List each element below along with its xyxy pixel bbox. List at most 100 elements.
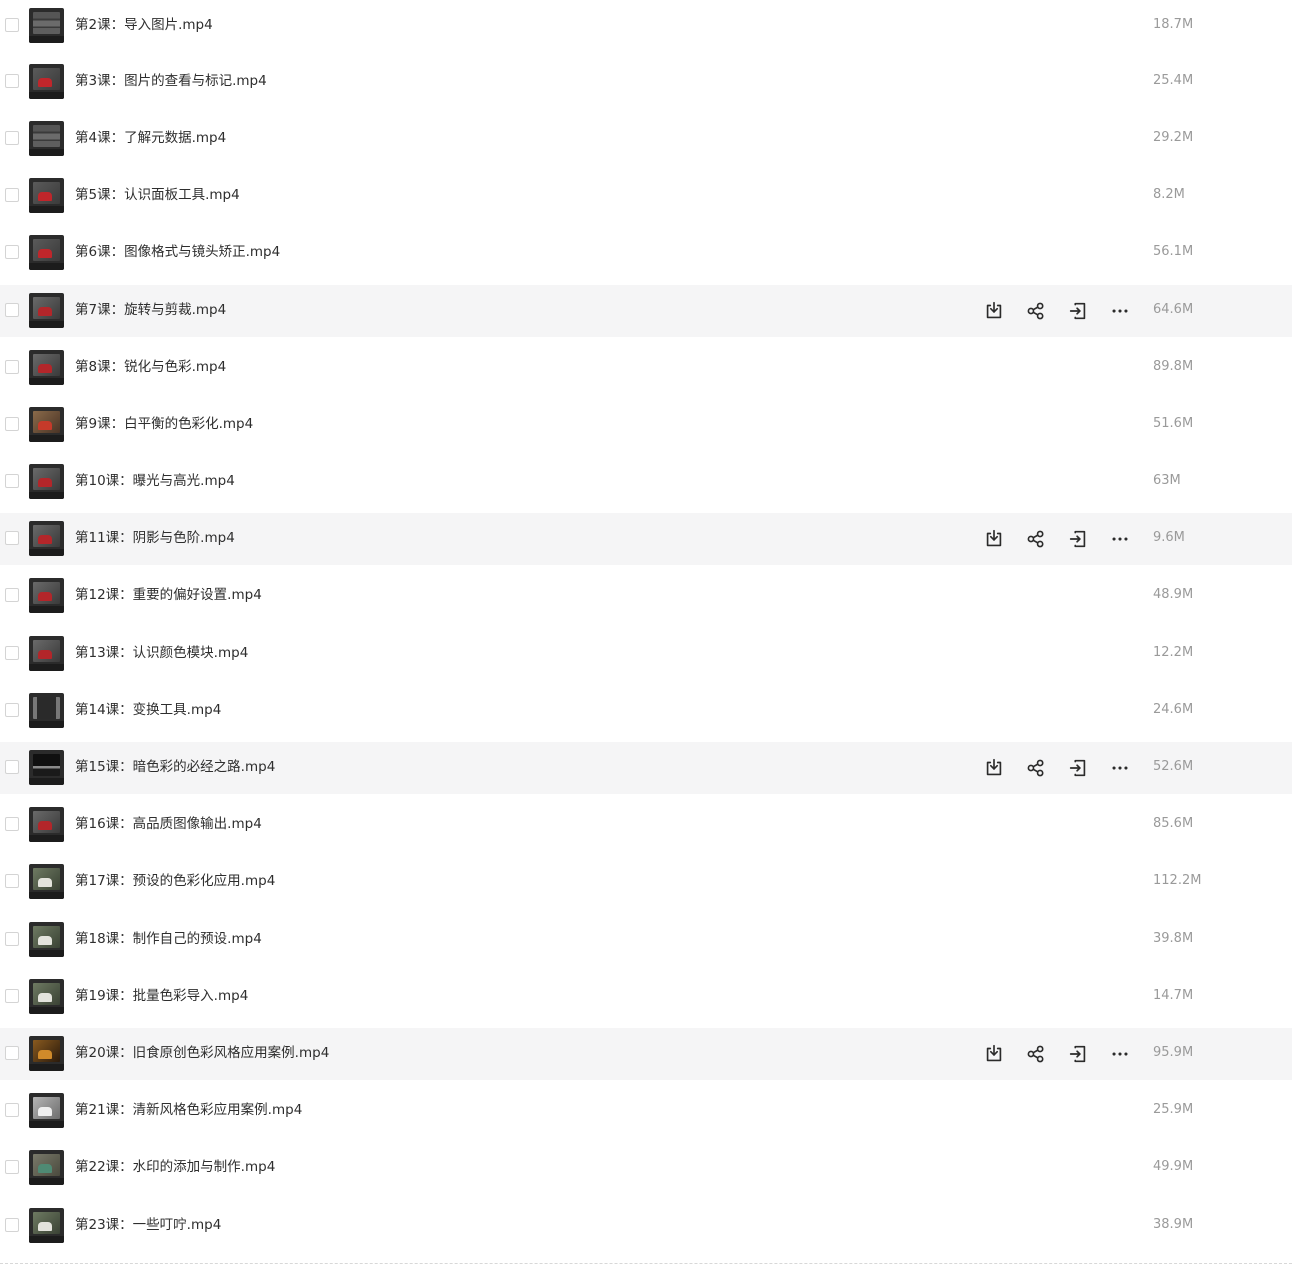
file-row[interactable]: 第8课：锐化与色彩.mp4 89.8M [0, 342, 1292, 394]
file-name[interactable]: 第5课：认识面板工具.mp4 [75, 170, 240, 222]
file-row[interactable]: 第3课：图片的查看与标记.mp4 25.4M [0, 56, 1292, 108]
video-thumbnail[interactable] [29, 407, 64, 442]
row-checkbox[interactable] [5, 417, 19, 431]
video-thumbnail[interactable] [29, 350, 64, 385]
file-name[interactable]: 第22课：水印的添加与制作.mp4 [75, 1142, 275, 1194]
row-checkbox[interactable] [5, 760, 19, 774]
video-thumbnail[interactable] [29, 293, 64, 328]
file-name[interactable]: 第9课：白平衡的色彩化.mp4 [75, 399, 253, 451]
video-thumbnail[interactable] [29, 464, 64, 499]
file-row[interactable]: 第11课：阴影与色阶.mp4 9.6M [0, 513, 1292, 565]
file-name[interactable]: 第15课：暗色彩的必经之路.mp4 [75, 742, 275, 794]
row-checkbox[interactable] [5, 588, 19, 602]
row-checkbox[interactable] [5, 360, 19, 374]
row-checkbox[interactable] [5, 1218, 19, 1232]
file-row[interactable]: 第6课：图像格式与镜头矫正.mp4 56.1M [0, 227, 1292, 279]
more-icon[interactable] [1108, 527, 1132, 551]
file-name[interactable]: 第11课：阴影与色阶.mp4 [75, 513, 235, 565]
file-row[interactable]: 第13课：认识颜色模块.mp4 12.2M [0, 628, 1292, 680]
row-checkbox[interactable] [5, 703, 19, 717]
row-checkbox[interactable] [5, 1103, 19, 1117]
row-checkbox[interactable] [5, 474, 19, 488]
more-icon[interactable] [1108, 299, 1132, 323]
file-row[interactable]: 第18课：制作自己的预设.mp4 39.8M [0, 914, 1292, 966]
move-to-icon[interactable] [1066, 1042, 1090, 1066]
row-checkbox[interactable] [5, 932, 19, 946]
file-name[interactable]: 第8课：锐化与色彩.mp4 [75, 342, 226, 394]
share-icon[interactable] [1024, 756, 1048, 780]
file-name[interactable]: 第3课：图片的查看与标记.mp4 [75, 56, 267, 108]
row-checkbox[interactable] [5, 646, 19, 660]
row-checkbox[interactable] [5, 1160, 19, 1174]
more-icon[interactable] [1108, 1042, 1132, 1066]
move-to-icon[interactable] [1066, 756, 1090, 780]
video-thumbnail[interactable] [29, 1208, 64, 1243]
share-icon[interactable] [1024, 1042, 1048, 1066]
file-name[interactable]: 第7课：旋转与剪裁.mp4 [75, 285, 226, 337]
file-row[interactable]: 第16课：高品质图像输出.mp4 85.6M [0, 799, 1292, 851]
video-thumbnail[interactable] [29, 636, 64, 671]
file-name[interactable]: 第21课：清新风格色彩应用案例.mp4 [75, 1085, 302, 1137]
row-checkbox[interactable] [5, 531, 19, 545]
video-thumbnail[interactable] [29, 64, 64, 99]
row-checkbox[interactable] [5, 874, 19, 888]
file-name[interactable]: 第6课：图像格式与镜头矫正.mp4 [75, 227, 280, 279]
row-checkbox[interactable] [5, 989, 19, 1003]
video-thumbnail[interactable] [29, 1093, 64, 1128]
row-checkbox[interactable] [5, 303, 19, 317]
file-row[interactable]: 第17课：预设的色彩化应用.mp4 112.2M [0, 856, 1292, 908]
video-thumbnail[interactable] [29, 922, 64, 957]
more-icon[interactable] [1108, 756, 1132, 780]
file-row[interactable]: 第14课：变换工具.mp4 24.6M [0, 685, 1292, 737]
file-name[interactable]: 第20课：旧食原创色彩风格应用案例.mp4 [75, 1028, 329, 1080]
download-icon[interactable] [982, 299, 1006, 323]
file-name[interactable]: 第13课：认识颜色模块.mp4 [75, 628, 248, 680]
file-row[interactable]: 第12课：重要的偏好设置.mp4 48.9M [0, 570, 1292, 622]
file-name[interactable]: 第2课：导入图片.mp4 [75, 0, 213, 52]
video-thumbnail[interactable] [29, 807, 64, 842]
row-checkbox[interactable] [5, 131, 19, 145]
file-row[interactable]: 第15课：暗色彩的必经之路.mp4 52.6M [0, 742, 1292, 794]
share-icon[interactable] [1024, 299, 1048, 323]
download-icon[interactable] [982, 527, 1006, 551]
row-checkbox[interactable] [5, 188, 19, 202]
file-name[interactable]: 第14课：变换工具.mp4 [75, 685, 221, 737]
file-name[interactable]: 第16课：高品质图像输出.mp4 [75, 799, 262, 851]
file-name[interactable]: 第17课：预设的色彩化应用.mp4 [75, 856, 275, 908]
row-checkbox[interactable] [5, 245, 19, 259]
move-to-icon[interactable] [1066, 299, 1090, 323]
row-checkbox[interactable] [5, 18, 19, 32]
file-name[interactable]: 第23课：一些叮咛.mp4 [75, 1200, 221, 1252]
file-name[interactable]: 第18课：制作自己的预设.mp4 [75, 914, 262, 966]
row-checkbox[interactable] [5, 817, 19, 831]
video-thumbnail[interactable] [29, 521, 64, 556]
video-thumbnail[interactable] [29, 178, 64, 213]
video-thumbnail[interactable] [29, 979, 64, 1014]
video-thumbnail[interactable] [29, 693, 64, 728]
file-row[interactable]: 第5课：认识面板工具.mp4 8.2M [0, 170, 1292, 222]
file-row[interactable]: 第20课：旧食原创色彩风格应用案例.mp4 95.9M [0, 1028, 1292, 1080]
download-icon[interactable] [982, 756, 1006, 780]
file-row[interactable]: 第10课：曝光与高光.mp4 63M [0, 456, 1292, 508]
video-thumbnail[interactable] [29, 1150, 64, 1185]
video-thumbnail[interactable] [29, 121, 64, 156]
file-row[interactable]: 第7课：旋转与剪裁.mp4 64.6M [0, 285, 1292, 337]
video-thumbnail[interactable] [29, 578, 64, 613]
row-checkbox[interactable] [5, 1046, 19, 1060]
file-row[interactable]: 第9课：白平衡的色彩化.mp4 51.6M [0, 399, 1292, 451]
video-thumbnail[interactable] [29, 8, 64, 43]
file-row[interactable]: 第21课：清新风格色彩应用案例.mp4 25.9M [0, 1085, 1292, 1137]
file-name[interactable]: 第19课：批量色彩导入.mp4 [75, 971, 248, 1023]
file-row[interactable]: 第23课：一些叮咛.mp4 38.9M [0, 1200, 1292, 1252]
file-row[interactable]: 第2课：导入图片.mp4 18.7M [0, 0, 1292, 52]
file-row[interactable]: 第22课：水印的添加与制作.mp4 49.9M [0, 1142, 1292, 1194]
video-thumbnail[interactable] [29, 864, 64, 899]
file-row[interactable]: 第19课：批量色彩导入.mp4 14.7M [0, 971, 1292, 1023]
row-checkbox[interactable] [5, 74, 19, 88]
video-thumbnail[interactable] [29, 1036, 64, 1071]
share-icon[interactable] [1024, 527, 1048, 551]
file-row[interactable]: 第4课：了解元数据.mp4 29.2M [0, 113, 1292, 165]
move-to-icon[interactable] [1066, 527, 1090, 551]
download-icon[interactable] [982, 1042, 1006, 1066]
video-thumbnail[interactable] [29, 235, 64, 270]
